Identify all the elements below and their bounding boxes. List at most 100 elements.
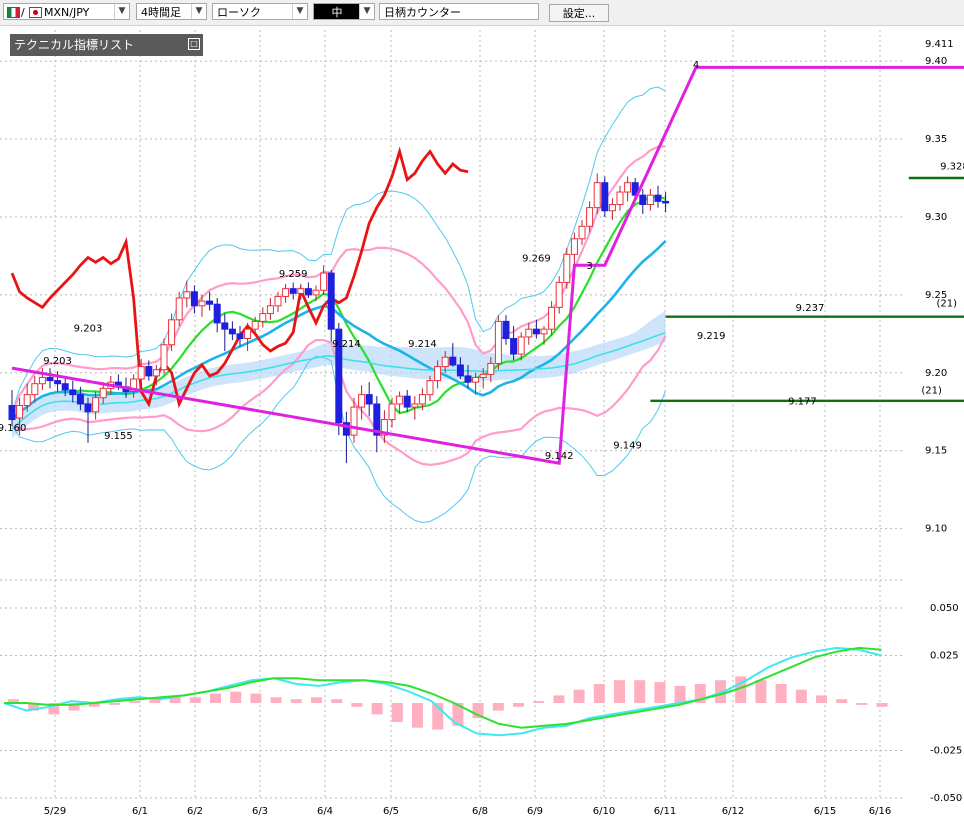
candle-body: [578, 225, 586, 240]
histogram-bar: [492, 703, 504, 711]
candle-body: [525, 328, 533, 338]
candle-body: [236, 333, 244, 340]
candle-body: [616, 191, 624, 206]
annotation-label: 9.237: [796, 303, 825, 314]
candle-body: [145, 366, 153, 377]
candle-body: [289, 288, 297, 294]
annotation-label: 9.219: [697, 331, 726, 342]
annotation-label: 9.149: [613, 440, 642, 451]
candle-body: [639, 194, 647, 206]
annotation-label: 9.155: [104, 431, 133, 442]
annotation-label: 9.203: [74, 323, 103, 334]
y-tick-label: 0.050: [930, 603, 959, 614]
histogram-bar: [593, 684, 605, 703]
candle-body: [555, 281, 563, 308]
candle-body: [304, 288, 312, 296]
annotation-label: 9.259: [279, 269, 308, 280]
indicator-list-label: テクニカル指標リスト: [14, 38, 135, 52]
candle-body: [540, 328, 548, 335]
candle-body: [548, 306, 556, 330]
x-tick-label: 6/4: [317, 806, 333, 817]
histogram-bar: [533, 701, 545, 703]
y-tick-label: 9.40: [925, 56, 947, 67]
annotation-label: 9.214: [408, 339, 437, 350]
candle-body: [449, 356, 457, 366]
candle-body: [46, 376, 54, 382]
candle-body: [570, 238, 578, 255]
x-tick-label: 6/2: [187, 806, 203, 817]
y-tick-label: 9.35: [925, 134, 947, 145]
x-tick-label: 6/9: [527, 806, 543, 817]
candle-body: [76, 394, 84, 405]
candle-body: [84, 403, 92, 413]
histogram-bar: [109, 703, 120, 705]
candle-body: [327, 272, 335, 330]
candle-body: [418, 394, 426, 405]
x-tick-label: 6/15: [814, 806, 836, 817]
candle-body: [510, 338, 518, 355]
annotation-label: 3: [586, 261, 592, 272]
histogram-bar: [513, 703, 524, 707]
candle-body: [532, 328, 540, 335]
histogram-bar: [856, 703, 868, 705]
candle-body: [662, 200, 670, 204]
annotation-label: 9.328: [940, 161, 964, 172]
candle-body: [213, 303, 221, 324]
y-tick-label: 9.30: [925, 212, 947, 223]
candle-body: [487, 362, 495, 375]
candle-body: [99, 387, 107, 399]
y-tick-label: 9.10: [925, 524, 947, 535]
candle-body: [16, 405, 24, 419]
candle-body: [601, 182, 609, 212]
y-tick-label: 0.025: [930, 651, 959, 662]
candle-body: [586, 207, 594, 227]
candle-body: [244, 328, 252, 340]
candle-body: [183, 291, 191, 299]
candle-body: [456, 364, 464, 377]
candle-body: [517, 336, 525, 355]
y-tick-label: 9.15: [925, 446, 947, 457]
candle-body: [160, 344, 168, 371]
candle-body: [31, 383, 39, 396]
histogram-bar: [129, 701, 141, 703]
candle-body: [8, 405, 16, 421]
candle-body: [69, 389, 77, 396]
candle-body: [228, 328, 236, 335]
candle-body: [593, 182, 601, 209]
histogram-bar: [755, 680, 767, 703]
candle-body: [654, 194, 662, 202]
histogram-bar: [836, 699, 848, 703]
histogram-bar: [290, 699, 302, 703]
candle-body: [198, 300, 206, 307]
candle-body: [426, 380, 434, 396]
histogram-bar: [654, 682, 666, 703]
candle-body: [350, 406, 358, 436]
collapse-icon[interactable]: □: [188, 38, 200, 50]
candle-body: [434, 366, 442, 382]
histogram-bar: [775, 684, 787, 703]
candle-body: [152, 369, 160, 377]
y-tick-label: -0.025: [930, 746, 962, 757]
histogram-bar: [250, 693, 262, 703]
annotation-label: (21): [921, 386, 942, 397]
x-tick-label: 6/10: [593, 806, 615, 817]
histogram-bar: [230, 691, 242, 703]
candle-body: [175, 297, 183, 321]
candle-body: [563, 253, 571, 283]
y-tick-label: 9.20: [925, 368, 947, 379]
annotation-label: (21): [937, 298, 958, 309]
candle-body: [396, 395, 404, 405]
x-tick-label: 6/5: [383, 806, 399, 817]
y-tick-label: -0.050: [930, 793, 962, 804]
annotation-label: 9.160: [0, 423, 26, 434]
x-tick-label: 6/12: [722, 806, 744, 817]
annotation-label: 9.214: [332, 339, 361, 350]
candle-body: [282, 288, 290, 297]
histogram-bar: [270, 697, 282, 703]
candle-body: [23, 394, 31, 407]
candle-body: [502, 320, 510, 340]
candle-body: [388, 403, 396, 421]
indicator-list-panel[interactable]: テクニカル指標リスト □: [10, 34, 203, 56]
candle-body: [190, 291, 198, 307]
histogram-bar: [189, 697, 201, 703]
